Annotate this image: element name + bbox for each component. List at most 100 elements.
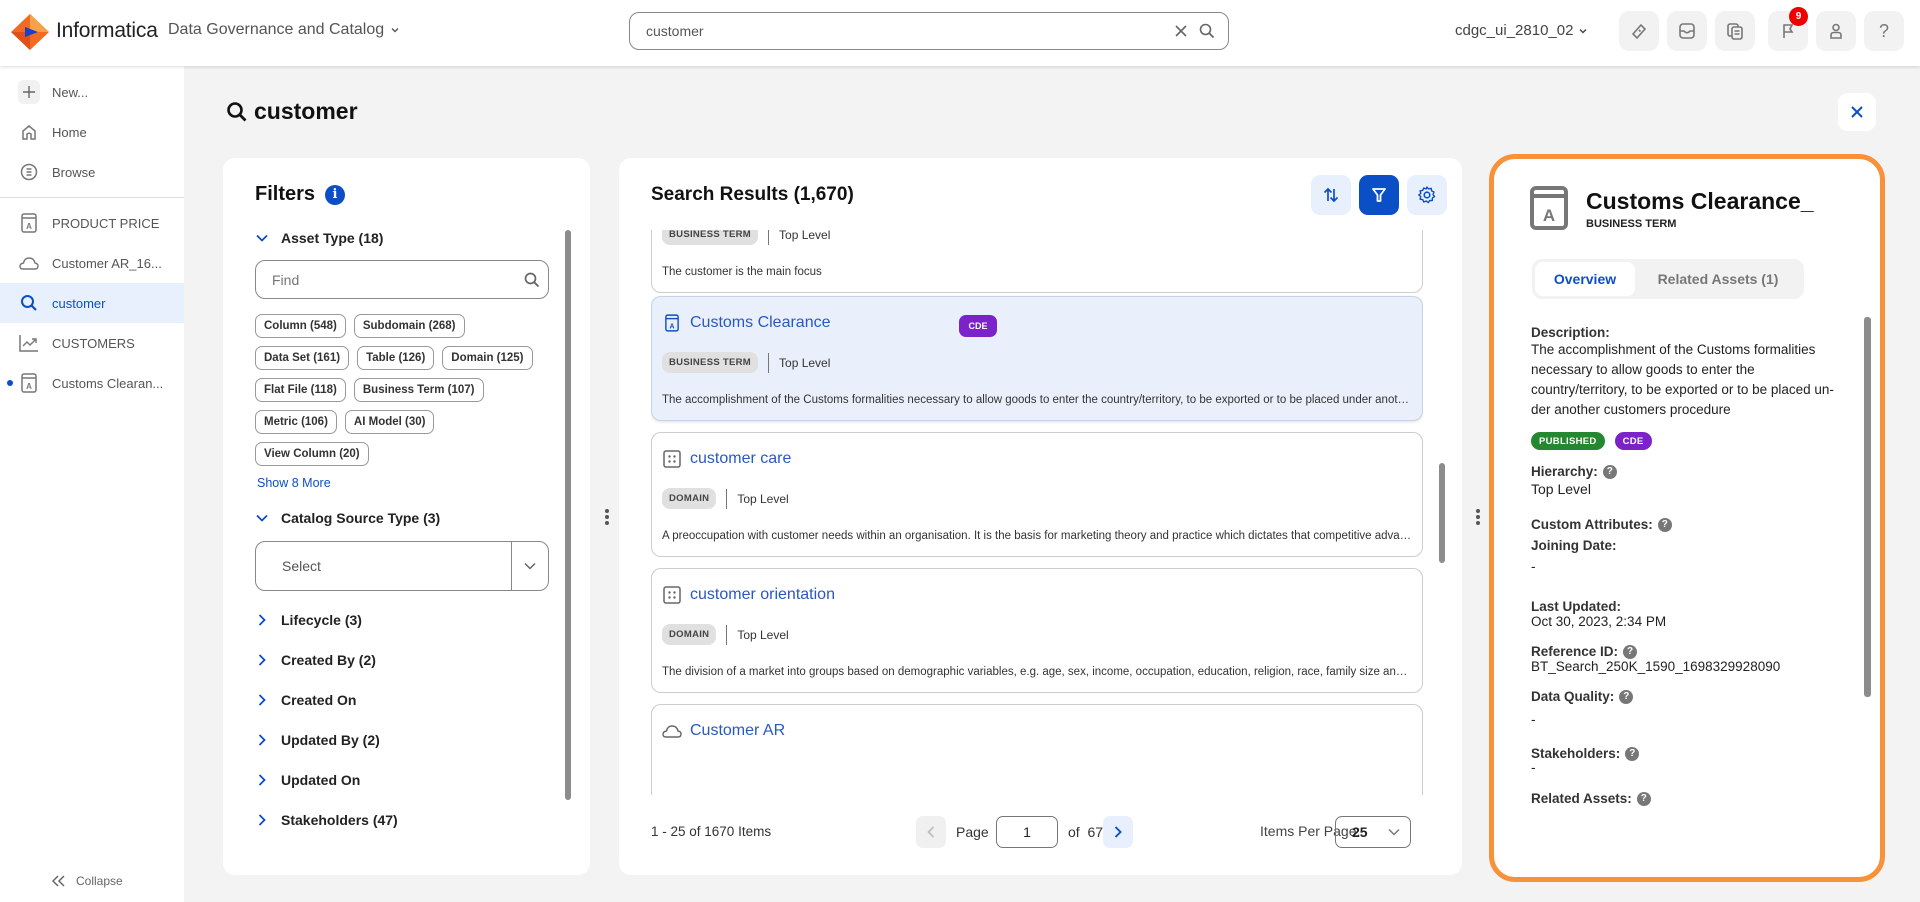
profile-button[interactable] [1816,11,1856,51]
filter-created-on-toggle[interactable]: Created On [255,692,356,708]
stakeholders-value: - [1531,760,1536,775]
data-quality-label: Data Quality: [1531,689,1615,704]
nav-label: New... [52,84,89,100]
separator [768,352,770,373]
hierarchy-text: Top Level [737,627,789,642]
page-number-input[interactable] [996,816,1058,848]
results-resize-handle[interactable] [1473,497,1483,537]
filter-catalog-source-type-toggle[interactable]: Catalog Source Type (3) [255,510,440,526]
asset-type-find-input[interactable] [272,271,524,288]
result-title-link[interactable]: customer care [690,450,791,468]
tab-overview[interactable]: Overview [1535,262,1635,296]
sort-button[interactable] [1311,175,1351,215]
top-bar: Informatica Data Governance and Catalog … [0,0,1920,66]
filter-stakeholders-toggle[interactable]: Stakeholders (47) [255,812,398,828]
org-switcher[interactable]: cdgc_ui_2810_02 [1455,22,1588,39]
recent-customs-clearance[interactable]: A Customs Clearan... [0,363,184,403]
asset-type-chip[interactable]: Data Set (161) [255,346,350,370]
result-card[interactable]: customer orientation DOMAIN Top Level Th… [651,568,1423,693]
help-icon[interactable]: ? [1625,746,1640,761]
asset-type-chip[interactable]: Column (548) [255,314,346,338]
chevron-right-icon [255,613,269,627]
plus-icon [18,80,40,104]
result-card-selected[interactable]: A Customs Clearance CDE BUSINESS TERM To… [651,296,1423,421]
help-button[interactable]: ? [1864,11,1904,51]
notifications-button[interactable]: 9 [1768,7,1808,51]
close-search-button[interactable] [1838,93,1876,131]
results-scrollbar[interactable] [1439,463,1445,563]
asset-type-chips: Column (548) Subdomain (268) Data Set (1… [255,314,555,466]
recent-customer-search[interactable]: customer [0,283,184,323]
svg-text:A: A [669,323,674,330]
result-title-link[interactable]: Customs Clearance [690,314,831,332]
filter-asset-type-toggle[interactable]: Asset Type (18) [255,230,383,246]
filters-scroll-thumb[interactable] [565,230,571,800]
result-card[interactable]: customer care DOMAIN Top Level A preoccu… [651,432,1423,557]
result-title-link[interactable]: Customer AR [690,722,785,740]
result-title-link[interactable]: customer orientation [690,586,835,604]
result-description: The accomplishment of the Customs formal… [662,394,1412,406]
filters-scrollbar[interactable] [565,230,571,800]
nav-new[interactable]: New... [0,72,184,112]
asset-type-pill: BUSINESS TERM [662,230,759,245]
result-card[interactable]: A Customer-centric_1698329928090 BUSINES… [651,230,1423,293]
documents-button[interactable] [1715,11,1755,51]
filters-resize-handle[interactable] [602,497,612,537]
item-count: 1 - 25 of 1670 Items [651,824,772,839]
help-icon[interactable]: ? [1623,644,1638,659]
asset-type-chip[interactable]: AI Model (30) [344,410,435,434]
asset-type-chip[interactable]: Metric (106) [255,410,337,434]
filter-created-by-toggle[interactable]: Created By (2) [255,652,376,668]
asset-type-chip[interactable]: Table (126) [357,346,435,370]
tag-button[interactable] [1619,11,1659,51]
asset-type-chip[interactable]: Subdomain (268) [353,314,465,338]
nav-label: Customer AR_16... [52,255,162,271]
filter-toggle-button[interactable] [1359,175,1399,215]
asset-type-find [255,260,549,299]
collapse-nav-button[interactable]: Collapse [52,874,123,888]
business-term-icon: A [18,212,40,234]
search-icon[interactable] [1196,20,1218,42]
asset-type-chip[interactable]: Flat File (118) [255,378,346,402]
asset-type-chip[interactable]: Business Term (107) [353,378,484,402]
search-term: customer [254,98,358,124]
clear-search-icon[interactable] [1170,20,1192,42]
help-icon[interactable]: ? [1636,791,1651,806]
chevron-down-icon [1388,828,1400,836]
status-pills: PUBLISHED CDE [1531,432,1851,450]
info-icon[interactable]: i [325,184,346,205]
filter-lifecycle-toggle[interactable]: Lifecycle (3) [255,612,362,628]
asset-type-chip[interactable]: View Column (20) [255,442,369,466]
items-per-page-select[interactable]: 25 [1335,816,1411,848]
chevron-right-icon [255,733,269,747]
inbox-button[interactable] [1667,11,1707,51]
separator [768,230,770,245]
filter-updated-by-toggle[interactable]: Updated By (2) [255,732,380,748]
asset-type-chip[interactable]: Domain (125) [442,346,533,370]
svg-text:A: A [26,382,32,391]
help-icon[interactable]: ? [1657,517,1672,532]
filter-updated-on-toggle[interactable]: Updated On [255,772,360,788]
recent-customer-ar[interactable]: Customer AR_16... [0,243,184,283]
show-more-link[interactable]: Show 8 More [257,476,331,490]
nav-home[interactable]: Home [0,112,184,152]
recent-product-price[interactable]: A PRODUCT PRICE [0,203,184,243]
total-pages: of 67 [1068,824,1104,840]
next-page-button[interactable] [1103,816,1133,848]
informatica-logo-icon [11,14,49,50]
tab-related-assets[interactable]: Related Assets (1) [1635,262,1801,296]
filter-section-label: Catalog Source Type (3) [281,510,441,526]
result-card[interactable]: Customer AR [651,704,1423,795]
nav-browse[interactable]: Browse [0,152,184,192]
detail-scrollbar[interactable] [1864,317,1871,697]
settings-button[interactable] [1407,175,1447,215]
filter-section-label: Asset Type (18) [281,230,384,246]
recent-customers-metric[interactable]: CUSTOMERS [0,323,184,363]
help-icon[interactable]: ? [1619,689,1634,704]
catalog-source-type-select[interactable]: Select [255,541,549,591]
home-icon [18,121,40,143]
help-icon[interactable]: ? [1602,464,1617,479]
app-switcher[interactable]: Data Governance and Catalog [168,21,400,39]
search-input[interactable] [646,23,1166,39]
previous-page-button[interactable] [916,816,946,848]
